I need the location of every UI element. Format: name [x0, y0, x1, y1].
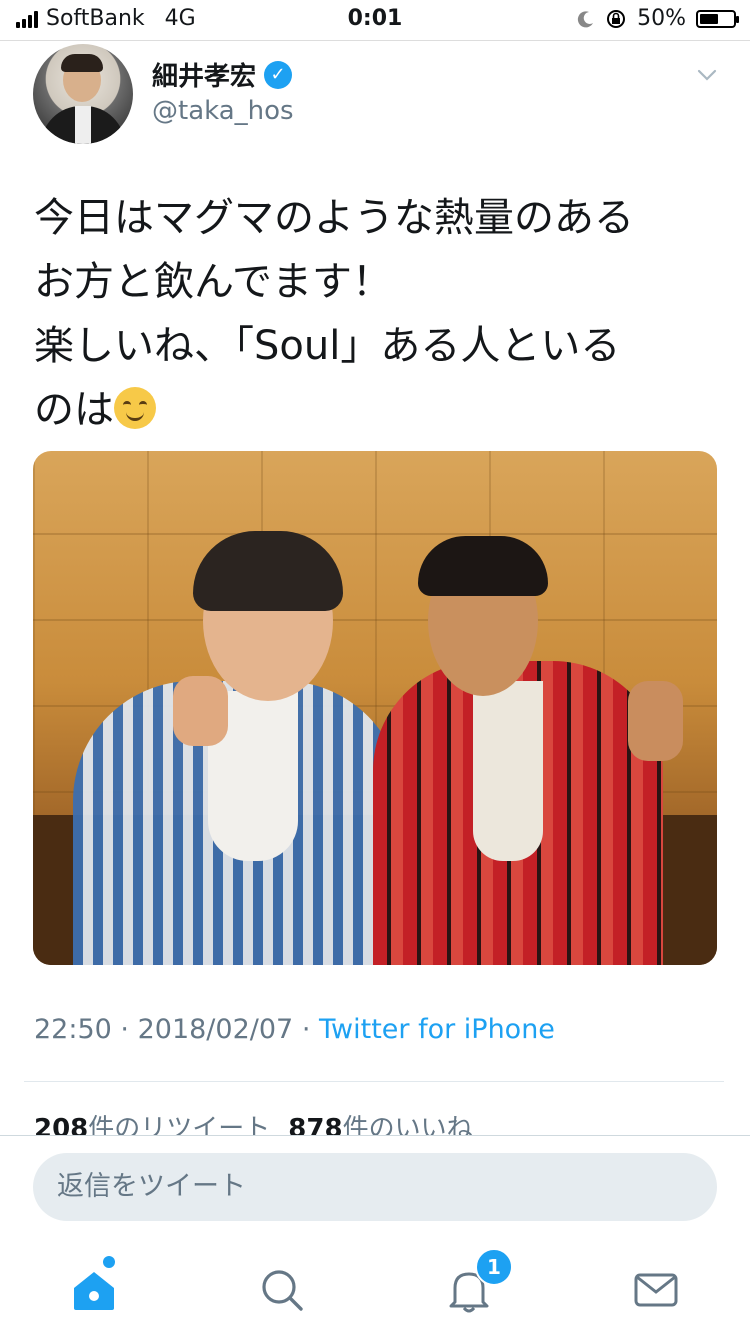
chevron-down-icon[interactable]	[696, 64, 718, 86]
tweet-date: 2018/02/07	[137, 1014, 294, 1045]
avatar[interactable]	[33, 44, 133, 144]
status-right: 50%	[577, 6, 739, 31]
source-link[interactable]: Twitter for iPhone	[319, 1014, 555, 1045]
tweet-photo[interactable]	[33, 451, 717, 965]
author-handle[interactable]: @taka_hos	[152, 96, 294, 126]
status-divider	[0, 40, 750, 41]
rotation-lock-icon	[607, 9, 626, 28]
smiling-face-icon	[114, 387, 156, 429]
author-name-row[interactable]: 細井孝宏 ✓	[152, 56, 293, 93]
home-icon[interactable]	[68, 1264, 120, 1316]
search-icon[interactable]	[256, 1264, 308, 1316]
author-name[interactable]: 細井孝宏	[152, 56, 256, 93]
bottom-bar: 返信をツイート 1	[0, 1135, 750, 1335]
engagement-counts: 208件のリツイート 878件のいいね	[34, 1108, 473, 1136]
tweet-text: 今日はマグマのような熱量のある お方と飲んでます！ 楽しいね、「Soul」ある人…	[34, 186, 714, 442]
retweet-count-link[interactable]: 208件のリツイート	[34, 1114, 270, 1136]
moon-icon	[577, 10, 594, 27]
battery-icon	[696, 9, 739, 28]
meta-separator: ·	[301, 1014, 311, 1045]
like-count-link[interactable]: 878件のいいね	[288, 1114, 472, 1136]
like-label: 件のいいね	[342, 1114, 473, 1136]
like-count: 878	[288, 1114, 343, 1136]
messages-icon[interactable]	[630, 1264, 682, 1316]
retweet-label: 件のリツイート	[88, 1114, 271, 1136]
tweet-time: 22:50	[34, 1014, 112, 1045]
meta-divider	[24, 1081, 724, 1082]
verified-badge-icon: ✓	[264, 60, 293, 89]
home-new-dot	[103, 1256, 115, 1268]
tweet-meta: 22:50 · 2018/02/07 · Twitter for iPhone	[34, 1014, 555, 1045]
battery-percent: 50%	[637, 6, 686, 31]
reply-input[interactable]: 返信をツイート	[33, 1153, 717, 1221]
notification-badge: 1	[475, 1248, 513, 1286]
meta-separator: ·	[120, 1014, 129, 1045]
status-bar: SoftBank 4G 0:01 50%	[0, 0, 750, 40]
retweet-count: 208	[34, 1114, 89, 1136]
